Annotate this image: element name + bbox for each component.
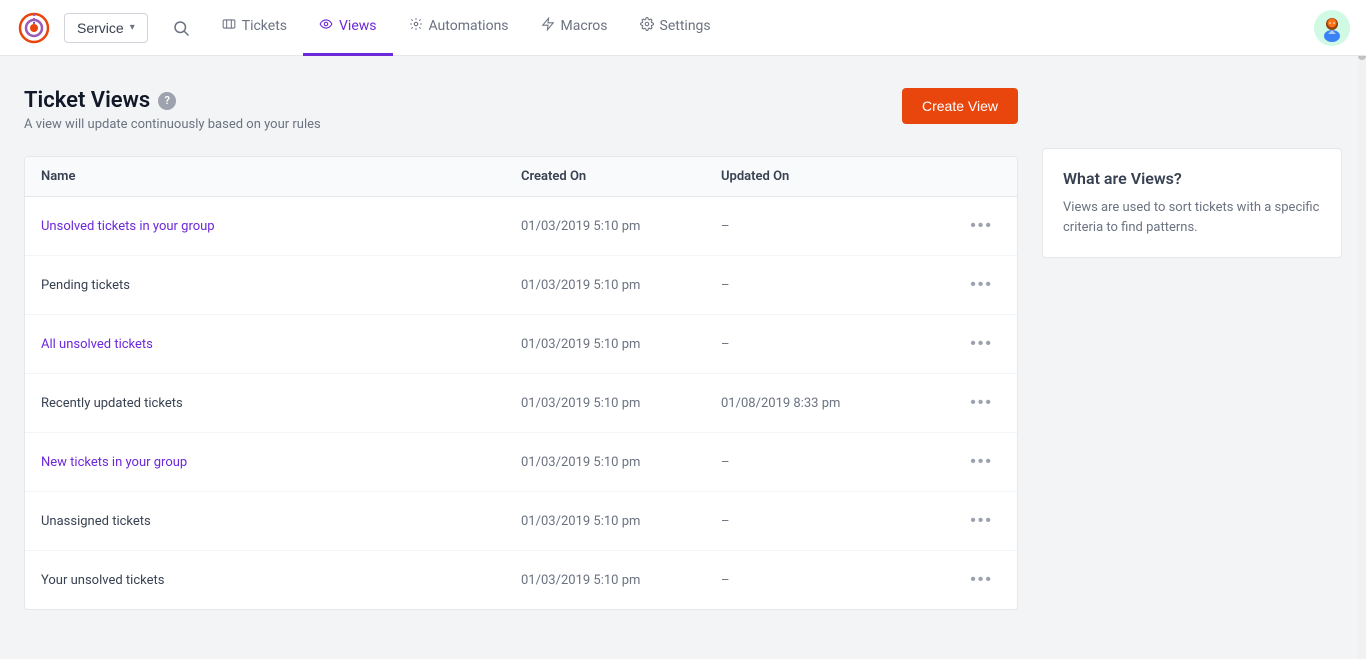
nav-item-settings[interactable]: Settings (624, 0, 727, 56)
search-button[interactable] (164, 11, 198, 45)
table-body: Unsolved tickets in your group 01/03/201… (25, 197, 1017, 609)
row-menu-button-4[interactable]: ••• (962, 449, 1001, 475)
row-menu-button-2[interactable]: ••• (962, 331, 1001, 357)
row-created-1: 01/03/2019 5:10 pm (521, 278, 721, 293)
row-name-5: Unassigned tickets (41, 514, 521, 529)
right-panel: What are Views? Views are used to sort t… (1042, 88, 1342, 610)
row-name-4[interactable]: New tickets in your group (41, 455, 521, 470)
table-row: New tickets in your group 01/03/2019 5:1… (25, 433, 1017, 492)
ticket-views-table: Name Created On Updated On Unsolved tick… (24, 156, 1018, 610)
page-title-group: Ticket Views ? A view will update contin… (24, 88, 321, 132)
row-actions-0: ••• (941, 213, 1001, 239)
row-updated-1: – (721, 278, 941, 293)
nav-item-tickets[interactable]: Tickets (206, 0, 303, 56)
avatar-image (1314, 10, 1350, 46)
table-row: Unsolved tickets in your group 01/03/201… (25, 197, 1017, 256)
row-name-1: Pending tickets (41, 278, 521, 293)
create-view-button[interactable]: Create View (902, 88, 1018, 124)
main-nav: Tickets Views Automations Macros Setting… (206, 0, 1314, 56)
row-name-6: Your unsolved tickets (41, 573, 521, 588)
table-row: Pending tickets 01/03/2019 5:10 pm – ••• (25, 256, 1017, 315)
row-actions-6: ••• (941, 567, 1001, 593)
table-header: Name Created On Updated On (25, 157, 1017, 197)
row-created-5: 01/03/2019 5:10 pm (521, 514, 721, 529)
row-created-4: 01/03/2019 5:10 pm (521, 455, 721, 470)
chevron-down-icon: ▾ (130, 22, 135, 33)
row-menu-button-3[interactable]: ••• (962, 390, 1001, 416)
row-created-3: 01/03/2019 5:10 pm (521, 396, 721, 411)
nav-settings-label: Settings (660, 18, 711, 34)
col-header-name: Name (41, 169, 521, 184)
automations-icon (409, 17, 423, 35)
row-actions-1: ••• (941, 272, 1001, 298)
main-content: Ticket Views ? A view will update contin… (0, 56, 1366, 634)
info-title: What are Views? (1063, 169, 1321, 188)
help-icon[interactable]: ? (158, 92, 176, 110)
info-text: Views are used to sort tickets with a sp… (1063, 198, 1321, 237)
macros-icon (541, 17, 555, 35)
row-actions-3: ••• (941, 390, 1001, 416)
nav-item-views[interactable]: Views (303, 0, 393, 56)
row-name-0[interactable]: Unsolved tickets in your group (41, 219, 521, 234)
row-name-2[interactable]: All unsolved tickets (41, 337, 521, 352)
service-label: Service (77, 20, 124, 36)
row-menu-button-5[interactable]: ••• (962, 508, 1001, 534)
page-header: Ticket Views ? A view will update contin… (24, 88, 1018, 132)
nav-item-automations[interactable]: Automations (393, 0, 525, 56)
row-menu-button-6[interactable]: ••• (962, 567, 1001, 593)
settings-icon (640, 17, 654, 35)
row-created-6: 01/03/2019 5:10 pm (521, 573, 721, 588)
row-updated-6: – (721, 573, 941, 588)
row-actions-5: ••• (941, 508, 1001, 534)
row-updated-3: 01/08/2019 8:33 pm (721, 396, 941, 411)
page-subtitle: A view will update continuously based on… (24, 117, 321, 132)
row-menu-button-0[interactable]: ••• (962, 213, 1001, 239)
table-row: Your unsolved tickets 01/03/2019 5:10 pm… (25, 551, 1017, 609)
row-created-0: 01/03/2019 5:10 pm (521, 219, 721, 234)
service-dropdown-button[interactable]: Service ▾ (64, 13, 148, 43)
col-header-created: Created On (521, 169, 721, 184)
tickets-icon (222, 17, 236, 35)
nav-tickets-label: Tickets (242, 18, 287, 34)
col-header-actions (941, 169, 1001, 184)
nav-views-label: Views (339, 18, 377, 34)
row-updated-0: – (721, 219, 941, 234)
row-updated-2: – (721, 337, 941, 352)
nav-automations-label: Automations (429, 18, 509, 34)
table-row: Recently updated tickets 01/03/2019 5:10… (25, 374, 1017, 433)
page-title-text: Ticket Views (24, 88, 150, 113)
row-updated-4: – (721, 455, 941, 470)
scrollbar-track[interactable] (1358, 0, 1366, 659)
table-row: Unassigned tickets 01/03/2019 5:10 pm – … (25, 492, 1017, 551)
row-menu-button-1[interactable]: ••• (962, 272, 1001, 298)
row-updated-5: – (721, 514, 941, 529)
navbar: Service ▾ Tickets Views Automations (0, 0, 1366, 56)
row-actions-2: ••• (941, 331, 1001, 357)
row-created-2: 01/03/2019 5:10 pm (521, 337, 721, 352)
row-name-3: Recently updated tickets (41, 396, 521, 411)
views-icon (319, 17, 333, 35)
user-avatar[interactable] (1314, 10, 1350, 46)
col-header-updated: Updated On (721, 169, 941, 184)
nav-item-macros[interactable]: Macros (525, 0, 624, 56)
table-row: All unsolved tickets 01/03/2019 5:10 pm … (25, 315, 1017, 374)
row-actions-4: ••• (941, 449, 1001, 475)
page-title: Ticket Views ? (24, 88, 321, 113)
nav-macros-label: Macros (561, 18, 608, 34)
app-logo (16, 10, 52, 46)
left-panel: Ticket Views ? A view will update contin… (24, 88, 1018, 610)
search-icon (172, 19, 190, 37)
info-box: What are Views? Views are used to sort t… (1042, 148, 1342, 258)
